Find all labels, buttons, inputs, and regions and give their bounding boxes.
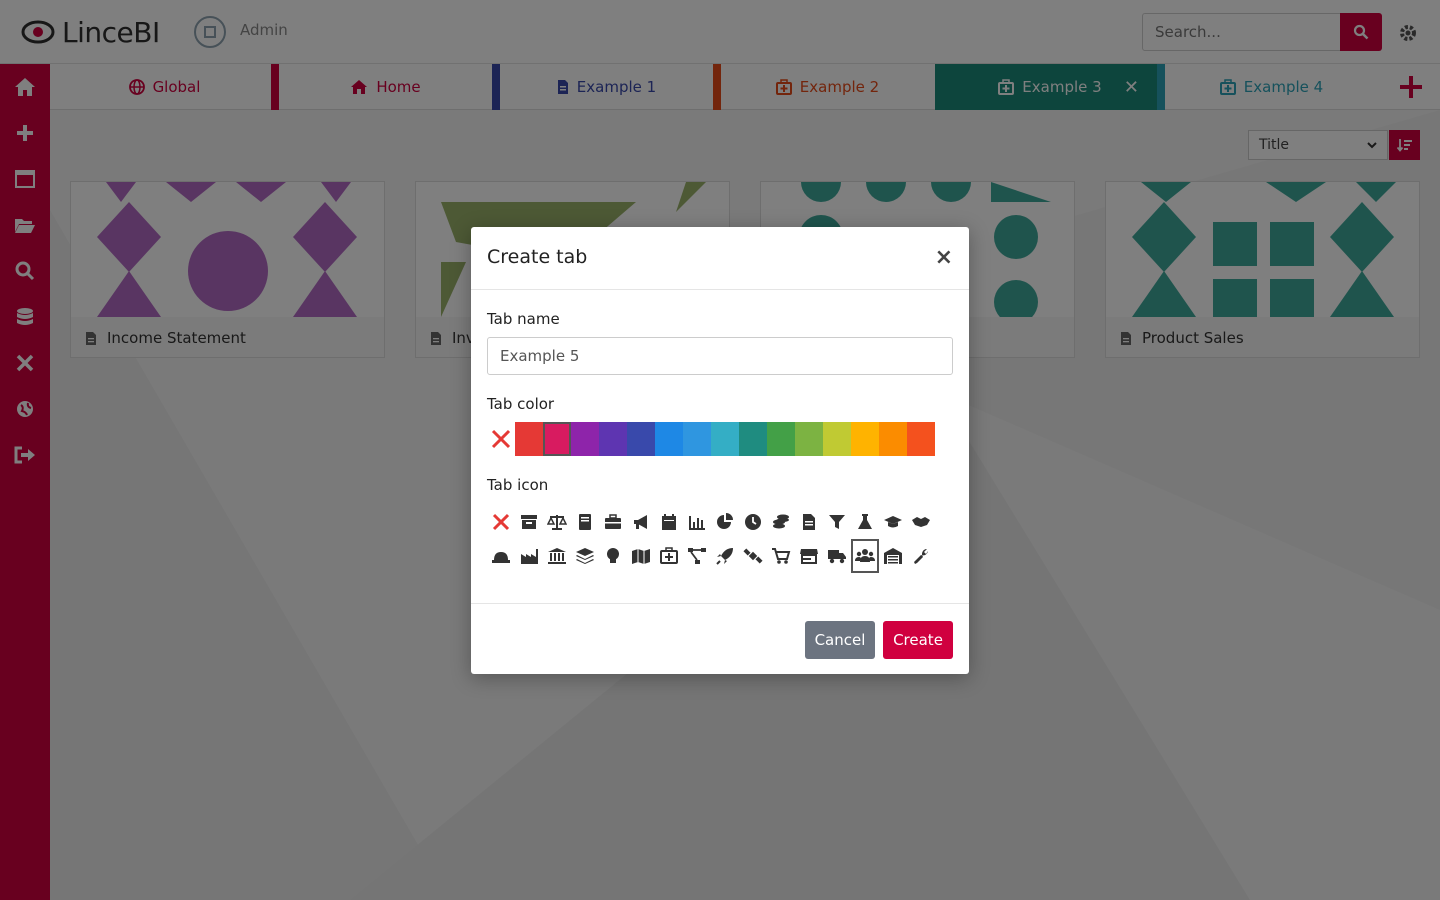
pie-chart-icon xyxy=(717,513,733,529)
icon-option-medkit[interactable] xyxy=(655,539,683,573)
none-icon xyxy=(492,513,510,531)
icon-option-store[interactable] xyxy=(795,539,823,573)
icon-option-none[interactable] xyxy=(487,505,515,539)
icon-option-balance-scale[interactable] xyxy=(543,505,571,539)
filter-icon xyxy=(829,515,845,529)
color-swatch[interactable] xyxy=(879,422,907,456)
color-swatch[interactable] xyxy=(571,422,599,456)
icon-row xyxy=(487,505,947,539)
color-swatch[interactable] xyxy=(907,422,935,456)
color-swatch[interactable] xyxy=(515,422,543,456)
wrench-icon xyxy=(914,549,928,564)
network-icon xyxy=(688,548,706,564)
icon-option-hard-hat[interactable] xyxy=(487,539,515,573)
color-swatch[interactable] xyxy=(543,422,571,456)
shopping-cart-icon xyxy=(772,548,791,564)
tab-icon-label: Tab icon xyxy=(487,476,549,494)
briefcase-icon xyxy=(605,514,621,529)
icon-option-wrench[interactable] xyxy=(907,539,935,573)
icon-option-users[interactable] xyxy=(851,539,879,573)
balance-scale-icon xyxy=(547,515,567,530)
icon-option-layer-group[interactable] xyxy=(571,539,599,573)
dialog-title: Create tab xyxy=(487,246,588,268)
calendar-icon xyxy=(662,514,676,530)
icon-option-book[interactable] xyxy=(571,505,599,539)
icon-option-lightbulb[interactable] xyxy=(599,539,627,573)
archive-icon xyxy=(521,515,537,529)
icon-option-bar-chart[interactable] xyxy=(683,505,711,539)
users-icon xyxy=(855,549,875,562)
color-swatch[interactable] xyxy=(851,422,879,456)
icon-option-shopping-cart[interactable] xyxy=(767,539,795,573)
icon-option-truck[interactable] xyxy=(823,539,851,573)
warehouse-icon xyxy=(884,548,902,564)
icon-option-pie-chart[interactable] xyxy=(711,505,739,539)
tab-name-input[interactable] xyxy=(487,337,953,375)
dialog-footer: Cancel Create xyxy=(471,603,969,674)
icon-option-file[interactable] xyxy=(795,505,823,539)
icon-option-handshake[interactable] xyxy=(907,505,935,539)
dialog-header: Create tab × xyxy=(471,227,969,290)
color-swatch[interactable] xyxy=(627,422,655,456)
industry-icon xyxy=(521,549,538,564)
close-icon[interactable]: × xyxy=(935,245,953,270)
coins-icon xyxy=(773,514,789,529)
icon-option-filter[interactable] xyxy=(823,505,851,539)
color-swatch[interactable] xyxy=(599,422,627,456)
icon-option-briefcase[interactable] xyxy=(599,505,627,539)
medkit-icon xyxy=(660,547,678,564)
icon-option-archive[interactable] xyxy=(515,505,543,539)
bar-chart-icon xyxy=(689,516,705,530)
color-swatch[interactable] xyxy=(683,422,711,456)
icon-option-bullhorn[interactable] xyxy=(627,505,655,539)
icon-option-calendar[interactable] xyxy=(655,505,683,539)
color-swatch[interactable] xyxy=(823,422,851,456)
icon-option-university[interactable] xyxy=(543,539,571,573)
icon-option-coins[interactable] xyxy=(767,505,795,539)
color-picker xyxy=(487,421,935,457)
close-icon xyxy=(491,429,511,449)
icon-option-warehouse[interactable] xyxy=(879,539,907,573)
no-color-option[interactable] xyxy=(487,422,515,456)
flask-icon xyxy=(858,514,872,529)
file-icon xyxy=(803,514,815,530)
create-tab-dialog: Create tab × Tab name Tab color Tab icon… xyxy=(471,227,969,674)
icon-option-flask[interactable] xyxy=(851,505,879,539)
cancel-button[interactable]: Cancel xyxy=(805,621,875,659)
map-icon xyxy=(632,549,650,564)
handshake-icon xyxy=(912,517,930,527)
book-icon xyxy=(579,514,591,530)
bullhorn-icon xyxy=(634,515,647,529)
truck-icon xyxy=(828,550,846,564)
lightbulb-icon xyxy=(607,548,619,563)
color-swatch[interactable] xyxy=(739,422,767,456)
create-button[interactable]: Create xyxy=(883,621,953,659)
rocket-icon xyxy=(716,548,733,565)
icon-option-industry[interactable] xyxy=(515,539,543,573)
icon-option-graduation-cap[interactable] xyxy=(879,505,907,539)
university-icon xyxy=(548,548,566,564)
store-icon xyxy=(800,549,818,564)
color-swatch[interactable] xyxy=(655,422,683,456)
icon-row xyxy=(487,539,947,573)
color-swatch[interactable] xyxy=(711,422,739,456)
color-swatch[interactable] xyxy=(795,422,823,456)
hard-hat-icon xyxy=(492,552,510,563)
icon-picker xyxy=(487,505,947,573)
tab-color-label: Tab color xyxy=(487,395,555,413)
icon-option-network[interactable] xyxy=(683,539,711,573)
icon-option-rocket[interactable] xyxy=(711,539,739,573)
icon-option-clock[interactable] xyxy=(739,505,767,539)
color-swatch[interactable] xyxy=(767,422,795,456)
tab-name-label: Tab name xyxy=(487,310,560,328)
icon-option-map[interactable] xyxy=(627,539,655,573)
layer-group-icon xyxy=(576,548,594,564)
icon-option-satellite[interactable] xyxy=(739,539,767,573)
clock-icon xyxy=(745,514,761,530)
graduation-cap-icon xyxy=(884,516,902,528)
satellite-icon xyxy=(743,548,763,564)
dialog-body: Tab name Tab color Tab icon xyxy=(471,290,969,603)
